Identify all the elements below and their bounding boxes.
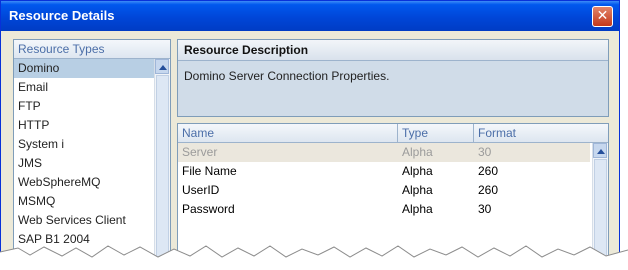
resource-description-text: Domino Server Connection Properties. <box>184 69 390 83</box>
resource-types-list[interactable]: Domino Email FTP HTTP System i JMS WebSp… <box>14 59 154 264</box>
column-header-type[interactable]: Type <box>398 124 474 142</box>
table-header: Name Type Format <box>178 124 608 143</box>
properties-table: Name Type Format Server Alpha 30 File Na… <box>177 123 609 264</box>
scroll-up-icon[interactable] <box>593 143 607 158</box>
list-item[interactable]: Domino <box>14 59 154 78</box>
table-row[interactable]: UserID Alpha 260 <box>178 181 590 200</box>
cell-type: Alpha <box>402 164 433 178</box>
cell-name: Server <box>182 145 218 159</box>
title-bar[interactable]: Resource Details ✕ <box>1 1 619 31</box>
scroll-up-icon[interactable] <box>155 59 169 74</box>
properties-scrollbar[interactable] <box>592 143 608 264</box>
cell-format: 260 <box>478 164 499 178</box>
cell-name: Password <box>182 202 235 216</box>
list-item[interactable]: MSMQ <box>14 192 154 211</box>
resource-description-panel: Resource Description Domino Server Conne… <box>177 39 609 117</box>
cell-name: File Name <box>182 164 237 178</box>
cell-format: 260 <box>478 183 499 197</box>
table-row[interactable]: File Name Alpha 260 <box>178 162 590 181</box>
table-row[interactable]: Server Alpha 30 <box>178 143 590 162</box>
dialog-content: Resource Types Domino Email FTP HTTP Sys… <box>5 31 615 264</box>
list-item[interactable]: System i <box>14 135 154 154</box>
list-item[interactable]: SAP B1 2004 <box>14 230 154 249</box>
column-header-format[interactable]: Format <box>474 124 590 142</box>
scrollbar-thumb[interactable] <box>156 75 169 264</box>
resource-types-panel: Resource Types Domino Email FTP HTTP Sys… <box>13 39 171 264</box>
resource-description-header: Resource Description <box>178 40 608 61</box>
cell-type: Alpha <box>402 202 433 216</box>
list-item[interactable]: Web Services Client <box>14 211 154 230</box>
list-item[interactable]: JMS <box>14 154 154 173</box>
window-title: Resource Details <box>9 8 115 23</box>
close-icon: ✕ <box>596 8 609 24</box>
resource-types-header: Resource Types <box>14 40 170 59</box>
close-button[interactable]: ✕ <box>592 6 613 27</box>
resource-types-scrollbar[interactable] <box>154 59 170 264</box>
cell-name: UserID <box>182 183 220 197</box>
list-item[interactable]: Email <box>14 78 154 97</box>
list-item[interactable]: HTTP <box>14 116 154 135</box>
column-header-name[interactable]: Name <box>178 124 398 142</box>
table-row[interactable]: Password Alpha 30 <box>178 200 590 219</box>
list-item[interactable]: WebSphereMQ <box>14 173 154 192</box>
cell-format: 30 <box>478 202 492 216</box>
cell-type: Alpha <box>402 183 433 197</box>
resource-details-window: Resource Details ✕ Resource Types Domino… <box>0 0 620 265</box>
cell-type: Alpha <box>402 145 433 159</box>
cell-format: 30 <box>478 145 492 159</box>
list-item[interactable]: FTP <box>14 97 154 116</box>
scrollbar-thumb[interactable] <box>594 159 607 264</box>
